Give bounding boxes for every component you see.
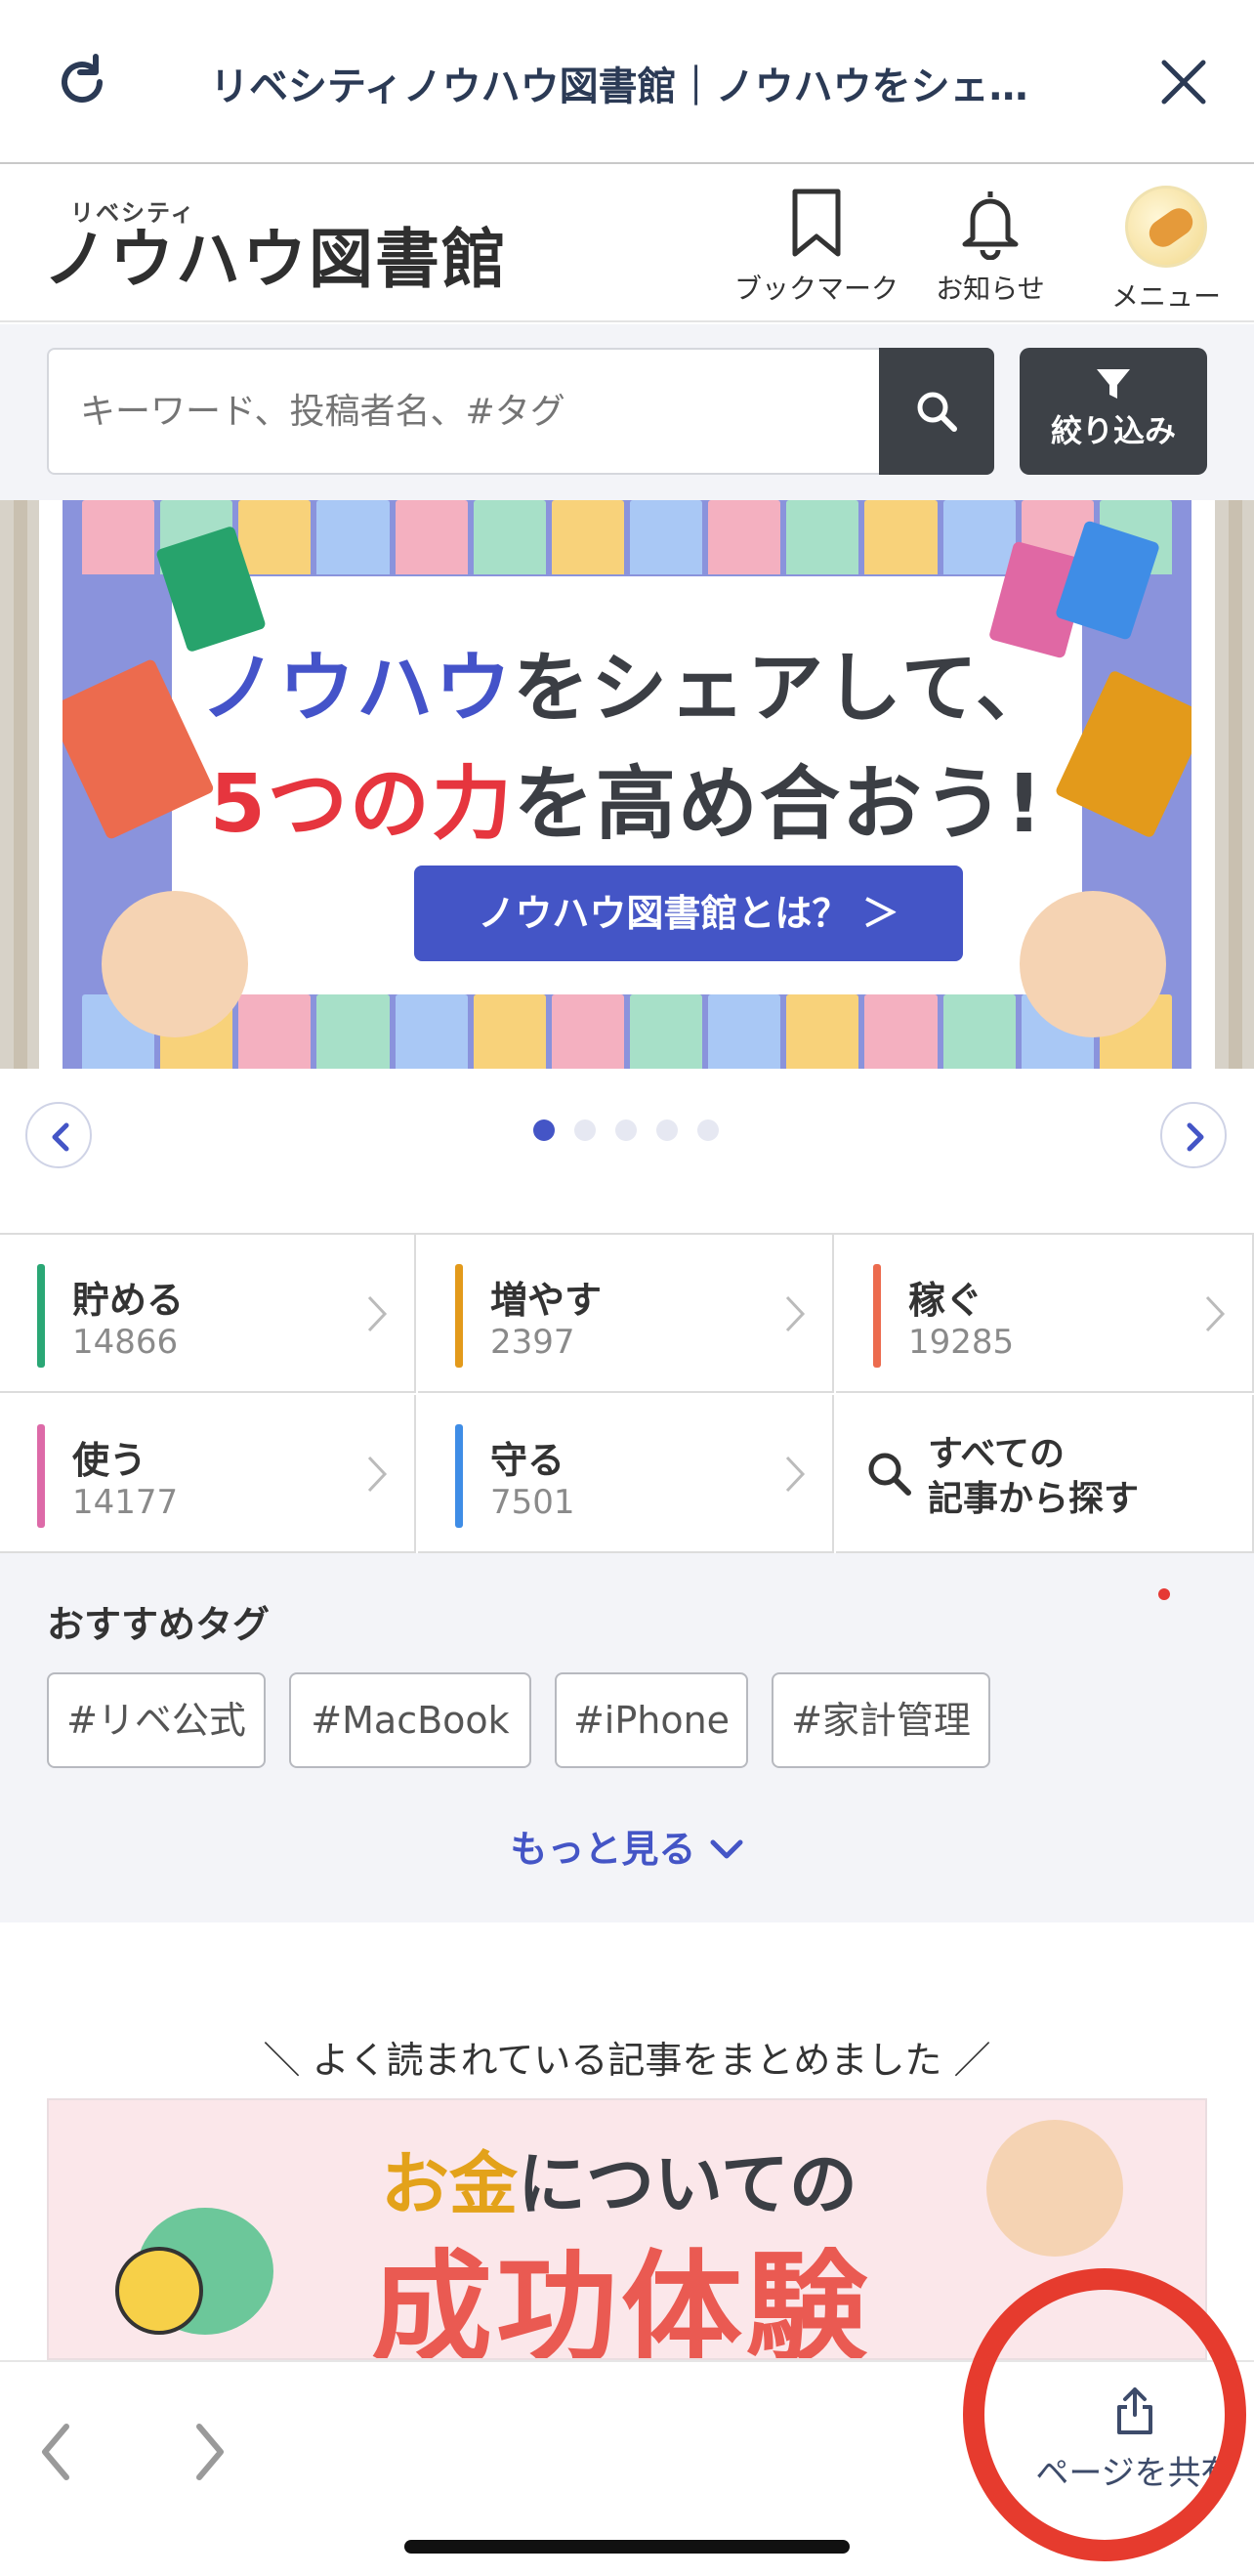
carousel-controls — [0, 1069, 1254, 1194]
browser-page-title: リベシティノウハウ図書館｜ノウハウをシェ… — [210, 64, 1028, 109]
menu-button[interactable]: メニュー — [1078, 186, 1254, 313]
search-all-label: すべての 記事から探す — [928, 1434, 1140, 1519]
search-area: 絞り込み — [0, 324, 1254, 500]
chevron-right-icon — [367, 1456, 388, 1493]
category-protect[interactable]: 守る 7501 — [418, 1395, 834, 1553]
category-name: 貯める — [72, 1279, 185, 1322]
carousel-dot[interactable] — [533, 1119, 555, 1141]
category-name: 守る — [490, 1439, 565, 1482]
popular-banner-line2: 成功体験 — [371, 2239, 872, 2360]
chevron-down-icon — [710, 1839, 743, 1859]
category-save[interactable]: 貯める 14866 — [0, 1235, 416, 1393]
about-library-button[interactable]: ノウハウ図書館とは？ ＞ — [414, 866, 963, 961]
chevron-right-icon — [367, 1295, 388, 1332]
boy-illustration — [102, 891, 248, 1037]
site-header: リベシティ ノウハウ図書館 ブックマーク お知らせ メニュー — [0, 166, 1254, 322]
chevron-right-icon — [785, 1456, 806, 1493]
browser-top-bar: リベシティノウハウ図書館｜ノウハウをシェ… — [0, 0, 1254, 164]
filter-button[interactable]: 絞り込み — [1020, 348, 1207, 475]
hero-banner[interactable]: ノウハウをシェアして、 5つの力を高め合おう! ノウハウ図書館とは？ ＞ — [63, 500, 1191, 1069]
category-earn[interactable]: 稼ぐ 19285 — [836, 1235, 1254, 1393]
category-name: 稼ぐ — [908, 1279, 983, 1322]
banner-card: ノウハウをシェアして、 5つの力を高め合おう! ノウハウ図書館とは？ ＞ — [172, 576, 1082, 994]
next-slide-peek — [1215, 500, 1254, 1069]
bell-icon — [962, 191, 1019, 260]
category-name: 使う — [72, 1439, 147, 1482]
coin-illustration — [115, 2247, 203, 2335]
back-arrow-icon[interactable] — [27, 2413, 86, 2491]
category-color-bar — [37, 1424, 45, 1528]
carousel-dot[interactable] — [574, 1119, 596, 1141]
carousel-dot[interactable] — [656, 1119, 678, 1141]
category-color-bar — [873, 1264, 881, 1368]
show-more-link[interactable]: もっと見る — [0, 1819, 1254, 1873]
category-color-bar — [455, 1264, 463, 1368]
bookmark-label: ブックマーク — [733, 273, 899, 305]
search-input[interactable] — [47, 348, 879, 475]
category-count: 14866 — [72, 1323, 179, 1362]
search-button[interactable] — [879, 348, 994, 475]
tags-title: おすすめタグ — [47, 1603, 271, 1646]
annotation-circle — [963, 2268, 1246, 2561]
carousel-dots — [533, 1119, 719, 1141]
carousel-next-button[interactable] — [1160, 1102, 1227, 1168]
banner-headline-1: ノウハウをシェアして、 — [200, 645, 1054, 733]
prev-slide-peek — [0, 500, 39, 1069]
category-color-bar — [37, 1264, 45, 1368]
search-icon — [917, 392, 957, 432]
close-icon[interactable] — [1156, 55, 1211, 109]
avatar — [1125, 186, 1207, 268]
category-count: 2397 — [490, 1323, 575, 1362]
bookmark-icon — [792, 189, 841, 257]
girl-illustration — [1020, 891, 1166, 1037]
home-indicator — [404, 2540, 850, 2554]
tag-chip[interactable]: #リベ公式 — [47, 1672, 266, 1768]
filter-label: 絞り込み — [1050, 412, 1176, 449]
chevron-right-icon — [1187, 1122, 1204, 1152]
category-count: 14177 — [72, 1483, 179, 1522]
banner-headline-2: 5つの力を高め合おう! — [209, 758, 1045, 851]
carousel-prev-button[interactable] — [25, 1102, 92, 1168]
menu-label: メニュー — [1110, 280, 1221, 313]
tag-chip[interactable]: #家計管理 — [772, 1672, 990, 1768]
category-count: 19285 — [908, 1323, 1015, 1362]
chevron-right-icon — [1205, 1295, 1226, 1332]
logo-main-text: ノウハウ図書館 — [43, 222, 508, 297]
category-grid: 貯める 14866 増やす 2397 稼ぐ 19285 使う 14177 守る … — [0, 1233, 1254, 1553]
category-name: 増やす — [490, 1279, 603, 1322]
category-use[interactable]: 使う 14177 — [0, 1395, 416, 1553]
category-count: 7501 — [490, 1483, 575, 1522]
man-illustration — [986, 2120, 1123, 2257]
filter-icon — [1097, 369, 1130, 399]
recommended-tags: おすすめタグ #リベ公式 #MacBook #iPhone #家計管理 もっと見… — [0, 1553, 1254, 1922]
notification-dot — [1158, 1588, 1170, 1600]
forward-arrow-icon[interactable] — [180, 2413, 238, 2491]
hero-carousel[interactable]: ノウハウをシェアして、 5つの力を高め合おう! ノウハウ図書館とは？ ＞ — [0, 500, 1254, 1069]
search-all-articles[interactable]: すべての 記事から探す — [836, 1395, 1254, 1553]
popular-title: ＼ よく読まれている記事をまとめました ／ — [263, 2039, 991, 2082]
notification-label: お知らせ — [936, 273, 1045, 305]
tag-chip[interactable]: #MacBook — [289, 1672, 531, 1768]
notification-button[interactable]: お知らせ — [902, 186, 1078, 313]
search-icon — [868, 1453, 911, 1496]
chevron-right-icon — [785, 1295, 806, 1332]
carousel-dot[interactable] — [697, 1119, 719, 1141]
carousel-dot[interactable] — [615, 1119, 637, 1141]
category-increase[interactable]: 増やす 2397 — [418, 1235, 834, 1393]
category-color-bar — [455, 1424, 463, 1528]
reload-icon[interactable] — [51, 51, 113, 113]
bookmark-button[interactable]: ブックマーク — [729, 186, 904, 313]
tag-chip[interactable]: #iPhone — [555, 1672, 748, 1768]
chevron-left-icon — [52, 1122, 69, 1152]
